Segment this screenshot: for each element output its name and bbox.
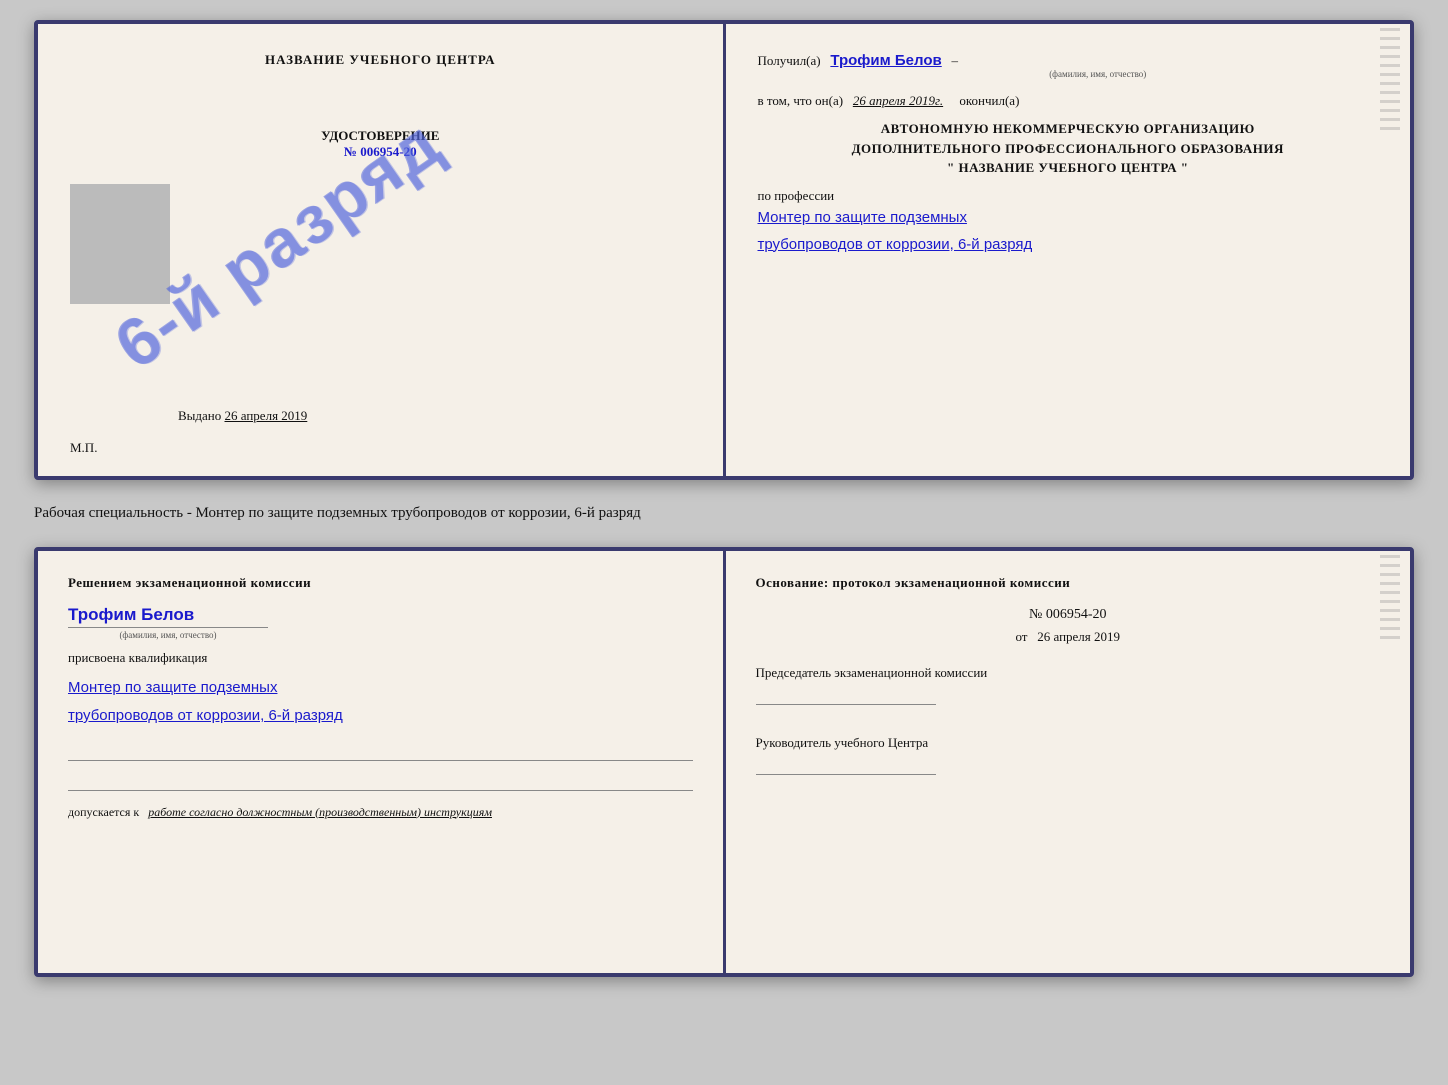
cert-vydano-block: Выдано 26 апреля 2019 (178, 408, 307, 424)
back-right-title: Основание: протокол экзаменационной коми… (756, 575, 1381, 591)
back-right-page: Основание: протокол экзаменационной коми… (726, 551, 1411, 973)
cert-vtom-line: в том, что он(а) 26 апреля 2019г. окончи… (758, 93, 1379, 109)
back-fio-label: (фамилия, имя, отчество) (68, 627, 268, 640)
back-ot-label: от (1015, 629, 1027, 644)
back-signature-lines (68, 741, 693, 791)
back-komissia-title: Решением экзаменационной комиссии (68, 575, 693, 591)
cert-professii-label: по профессии (758, 188, 1379, 204)
cert-vydano-date: 26 апреля 2019 (225, 408, 308, 423)
cert-org-line1: АВТОНОМНУЮ НЕКОММЕРЧЕСКУЮ ОРГАНИЗАЦИЮ (758, 119, 1379, 139)
back-qual-line1: Монтер по защите подземных (68, 674, 693, 703)
cert-prof-line1: Монтер по защите подземных (758, 204, 1379, 231)
cert-date: 26 апреля 2019г. (853, 93, 943, 108)
cert-fio-label: (фамилия, имя, отчество) (818, 69, 1379, 79)
back-left-page: Решением экзаменационной комиссии Трофим… (38, 551, 726, 973)
cert-okkonchil-label: окончил(а) (959, 93, 1019, 108)
back-prisvoena-label: присвоена квалификация (68, 650, 693, 666)
cert-vtom-label: в том, что он(а) (758, 93, 844, 108)
cert-school-name: НАЗВАНИЕ УЧЕБНОГО ЦЕНТРА (70, 52, 691, 68)
cert-number: № 006954-20 (70, 144, 691, 160)
back-ot-date: 26 апреля 2019 (1037, 629, 1120, 644)
middle-text-content: Рабочая специальность - Монтер по защите… (34, 505, 641, 521)
back-right-decoration (1380, 551, 1400, 973)
cert-right-decoration (1380, 24, 1400, 476)
back-dopuskaetsya-block: допускается к работе согласно должностны… (68, 805, 693, 820)
back-protocol-number: № 006954-20 (756, 607, 1381, 623)
back-dopusk-value: работе согласно должностным (производств… (148, 805, 492, 819)
cert-prof-line2: трубопроводов от коррозии, 6-й разряд (758, 231, 1379, 258)
cert-org-line3: " НАЗВАНИЕ УЧЕБНОГО ЦЕНТРА " (758, 158, 1379, 178)
certificate-book: НАЗВАНИЕ УЧЕБНОГО ЦЕНТРА 6-й разряд УДОС… (34, 20, 1414, 480)
back-dopuskaetsya-label: допускается к (68, 805, 139, 819)
back-rukovoditel-block: Руководитель учебного Центра (756, 735, 1381, 775)
back-ot-block: от 26 апреля 2019 (756, 629, 1381, 645)
cert-left-page: НАЗВАНИЕ УЧЕБНОГО ЦЕНТРА 6-й разряд УДОС… (38, 24, 726, 476)
cert-mp: М.П. (70, 440, 97, 456)
back-predsedatel-block: Председатель экзаменационной комиссии (756, 665, 1381, 705)
back-predsedatel-signature-line (756, 685, 936, 705)
cert-right-page: Получил(а) Трофим Белов – (фамилия, имя,… (726, 24, 1411, 476)
middle-text: Рабочая специальность - Монтер по защите… (34, 498, 1414, 529)
photo-placeholder (70, 184, 170, 304)
cert-poluchil-line: Получил(а) Трофим Белов – (фамилия, имя,… (758, 52, 1379, 79)
back-rukovoditel-label: Руководитель учебного Центра (756, 735, 929, 750)
back-rukovoditel-signature-line (756, 755, 936, 775)
cert-org-block: АВТОНОМНУЮ НЕКОММЕРЧЕСКУЮ ОРГАНИЗАЦИЮ ДО… (758, 119, 1379, 178)
back-qual-line2: трубопроводов от коррозии, 6-й разряд (68, 702, 693, 731)
back-recipient-name: Трофим Белов (68, 605, 693, 625)
cert-poluchil-label: Получил(а) (758, 53, 821, 68)
cert-recipient-name: Трофим Белов (830, 52, 941, 69)
back-book: Решением экзаменационной комиссии Трофим… (34, 547, 1414, 977)
cert-vydano-label: Выдано (178, 408, 221, 423)
cert-org-line2: ДОПОЛНИТЕЛЬНОГО ПРОФЕССИОНАЛЬНОГО ОБРАЗО… (758, 139, 1379, 159)
back-predsedatel-label: Председатель экзаменационной комиссии (756, 665, 988, 680)
cert-udostoverenie-label: УДОСТОВЕРЕНИЕ (70, 128, 691, 144)
